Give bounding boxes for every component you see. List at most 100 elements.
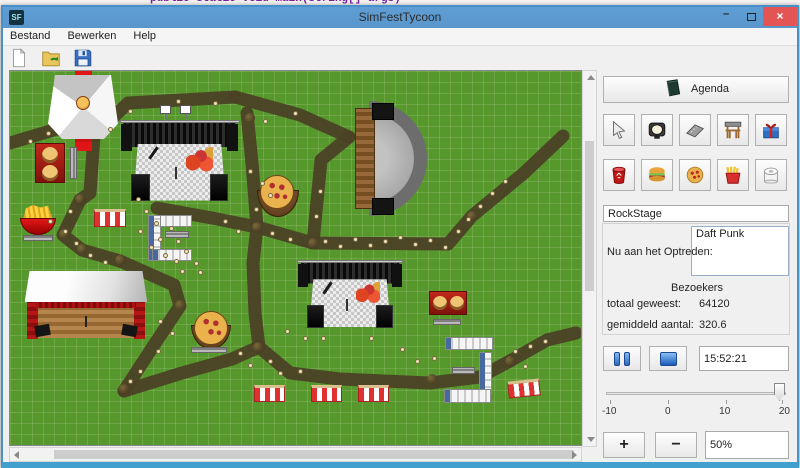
open-file-button[interactable]: [39, 46, 63, 70]
visitor: [428, 238, 433, 243]
bench[interactable]: [165, 231, 189, 238]
scroll-down-icon[interactable]: [587, 437, 595, 442]
tool-pizza-button[interactable]: [679, 159, 711, 191]
menu-help[interactable]: Help: [126, 28, 163, 44]
close-button[interactable]: ×: [763, 7, 797, 26]
speed-slider-thumb[interactable]: [774, 383, 785, 401]
window-title: SimFestTycoon: [3, 10, 797, 24]
amphitheater-speaker: [372, 103, 394, 120]
agenda-button[interactable]: Agenda: [603, 76, 789, 103]
tool-toilet-roll-button[interactable]: [755, 159, 787, 191]
path-planter: [308, 238, 318, 248]
tool-gift-button[interactable]: [755, 114, 787, 146]
visitor: [238, 351, 243, 356]
visitor: [456, 229, 461, 234]
bench[interactable]: [23, 235, 53, 241]
tool-burger-button[interactable]: [641, 159, 673, 191]
bench[interactable]: [433, 319, 461, 325]
main-stage[interactable]: [295, 255, 405, 331]
menu-bestand[interactable]: Bestand: [3, 28, 57, 44]
new-file-button[interactable]: [7, 46, 31, 70]
visitor: [128, 379, 133, 384]
toilet-row[interactable]: [479, 352, 492, 394]
visitor: [254, 207, 259, 212]
amphitheater-deck: [355, 108, 375, 209]
map-viewport[interactable]: [9, 70, 582, 446]
main-stage[interactable]: [117, 115, 242, 205]
market-stall[interactable]: [94, 209, 126, 227]
market-stall[interactable]: [358, 385, 389, 402]
bench[interactable]: [452, 367, 475, 374]
visitor: [138, 229, 143, 234]
tool-road-button[interactable]: [679, 114, 711, 146]
visitor: [28, 139, 33, 144]
path-planter: [427, 374, 437, 384]
tool-scaffold-button[interactable]: [717, 114, 749, 146]
zoom-in-button[interactable]: +: [603, 432, 645, 458]
zoom-level-field: 50%: [705, 431, 789, 459]
tool-cursor-button[interactable]: [603, 114, 635, 146]
visitor: [268, 359, 273, 364]
stop-icon: [660, 352, 677, 366]
new-file-icon: [8, 47, 30, 69]
visitor: [156, 349, 161, 354]
pause-button[interactable]: [603, 346, 641, 371]
tool-spotlight-button[interactable]: [641, 114, 673, 146]
zoom-out-button[interactable]: −: [655, 432, 697, 458]
menu-bewerken[interactable]: Bewerken: [60, 28, 123, 44]
tool-fries-button[interactable]: [717, 159, 749, 191]
market-stall[interactable]: [254, 385, 285, 402]
stop-button[interactable]: [649, 346, 687, 371]
market-stall[interactable]: [507, 378, 541, 398]
visitor: [184, 249, 189, 254]
burger-stand[interactable]: [35, 143, 65, 183]
bench[interactable]: [191, 347, 227, 353]
visitor: [74, 241, 79, 246]
visitor: [338, 244, 343, 249]
burger-stand[interactable]: [429, 291, 467, 315]
save-file-button[interactable]: [71, 46, 95, 70]
titlebar[interactable]: SF SimFestTycoon – ×: [3, 7, 797, 28]
horizontal-scroll-thumb[interactable]: [54, 450, 574, 459]
amphitheater-stage[interactable]: [355, 101, 435, 217]
visitor: [268, 193, 273, 198]
visitor: [48, 219, 53, 224]
map-world[interactable]: [10, 71, 582, 446]
visitor: [413, 242, 418, 247]
barn-stage[interactable]: [27, 271, 145, 339]
tool-trashcan-button[interactable]: [603, 159, 635, 191]
scroll-right-icon[interactable]: [572, 451, 577, 459]
visitor: [432, 356, 437, 361]
bench[interactable]: [70, 147, 77, 179]
scroll-left-icon[interactable]: [14, 451, 19, 459]
agenda-label: Agenda: [691, 83, 729, 95]
visitor: [248, 169, 253, 174]
visitor: [466, 217, 471, 222]
open-file-icon: [40, 47, 62, 69]
speed-slider-track[interactable]: [606, 392, 786, 395]
stage-truss: [297, 260, 403, 263]
stage-name-input[interactable]: [603, 205, 789, 222]
toilet-row[interactable]: [444, 389, 491, 403]
vertical-scroll-thumb[interactable]: [585, 141, 594, 291]
map-horizontal-scrollbar[interactable]: [9, 447, 582, 462]
market-stall[interactable]: [311, 385, 342, 402]
visitor: [298, 369, 303, 374]
stage-speaker: [307, 305, 324, 328]
visitor: [263, 119, 268, 124]
visitor: [198, 270, 203, 275]
visitor: [176, 99, 181, 104]
map-vertical-scrollbar[interactable]: [582, 70, 597, 447]
path-planter: [77, 244, 87, 254]
minimize-button[interactable]: –: [713, 7, 739, 26]
visitor: [236, 229, 241, 234]
stage-speaker: [210, 174, 229, 201]
visitor: [270, 231, 275, 236]
burger: [42, 147, 58, 163]
pizza-stand[interactable]: [190, 311, 232, 351]
maximize-button[interactable]: [739, 7, 763, 26]
scroll-up-icon[interactable]: [587, 75, 595, 80]
toilet-row[interactable]: [445, 337, 493, 350]
visitors-avg-value: 320.6: [699, 319, 727, 331]
stage-speaker: [376, 305, 393, 328]
